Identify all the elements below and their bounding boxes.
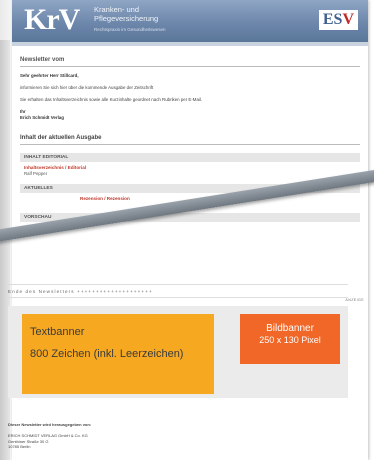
- ad-label: ANZEIGE: [345, 298, 364, 302]
- image-banner[interactable]: Bildbanner 250 x 130 Pixel: [240, 314, 340, 364]
- greeting-block: Sehr geehrter Herr Stillcard, informiere…: [20, 73, 360, 121]
- toc-category: INHALT EDITORIAL: [20, 153, 360, 162]
- text-banner[interactable]: Textbanner 800 Zeichen (inkl. Leerzeiche…: [22, 314, 214, 394]
- text-banner-label: Textbanner: [30, 326, 85, 338]
- newsletter-header: KrV Kranken- und Pflegeversicherung Rech…: [12, 0, 368, 42]
- separator-line: [8, 297, 348, 298]
- logo-tagline: Rechtspraxis im Gesundheitswesen: [94, 27, 166, 32]
- krv-logo: KrV: [24, 3, 80, 36]
- intro-paragraph-1: informieren Sie sich hier über die komme…: [20, 85, 154, 90]
- intro-paragraph-2: Sie erhalten das Inhaltsverzeichnis sowi…: [20, 97, 203, 102]
- image-banner-label: Bildbanner: [266, 323, 314, 334]
- newsletter-end-line: Ende des Newsletters +++++++++++++++++++…: [8, 284, 348, 294]
- esv-logo-letters: ES: [322, 11, 343, 28]
- toc-heading: Inhalt der aktuellen Ausgabe: [20, 135, 360, 145]
- publisher-footer: Dieser Newsletter wird herausgegeben von…: [8, 400, 348, 450]
- salutation: Sehr geehrter Herr Stillcard,: [20, 73, 79, 78]
- esv-logo-v: V: [342, 11, 354, 28]
- logo-line-2: Pflegeversicherung: [94, 14, 159, 23]
- signature: Erich Schmidt Verlag: [20, 115, 64, 120]
- logo-line-1: Kranken- und: [94, 5, 140, 14]
- toc-item-author: Ralf Pepper: [24, 171, 48, 176]
- text-banner-size: 800 Zeichen (inkl. Leerzeichen): [30, 348, 184, 360]
- newsletter-date-heading: Newsletter vom: [20, 46, 360, 67]
- footer-city: 10785 Berlin: [8, 444, 31, 450]
- logo-subtitle: Kranken- und Pflegeversicherung Rechtspr…: [94, 5, 166, 34]
- toc-item-link[interactable]: Inhaltsverzeichnis / Editorial: [20, 162, 360, 170]
- esv-publisher-logo: ESV: [318, 10, 358, 30]
- banner-area: Textbanner 800 Zeichen (inkl. Leerzeiche…: [8, 306, 348, 398]
- image-banner-size: 250 x 130 Pixel: [259, 335, 321, 345]
- footer-heading: Dieser Newsletter wird herausgegeben von…: [8, 422, 92, 427]
